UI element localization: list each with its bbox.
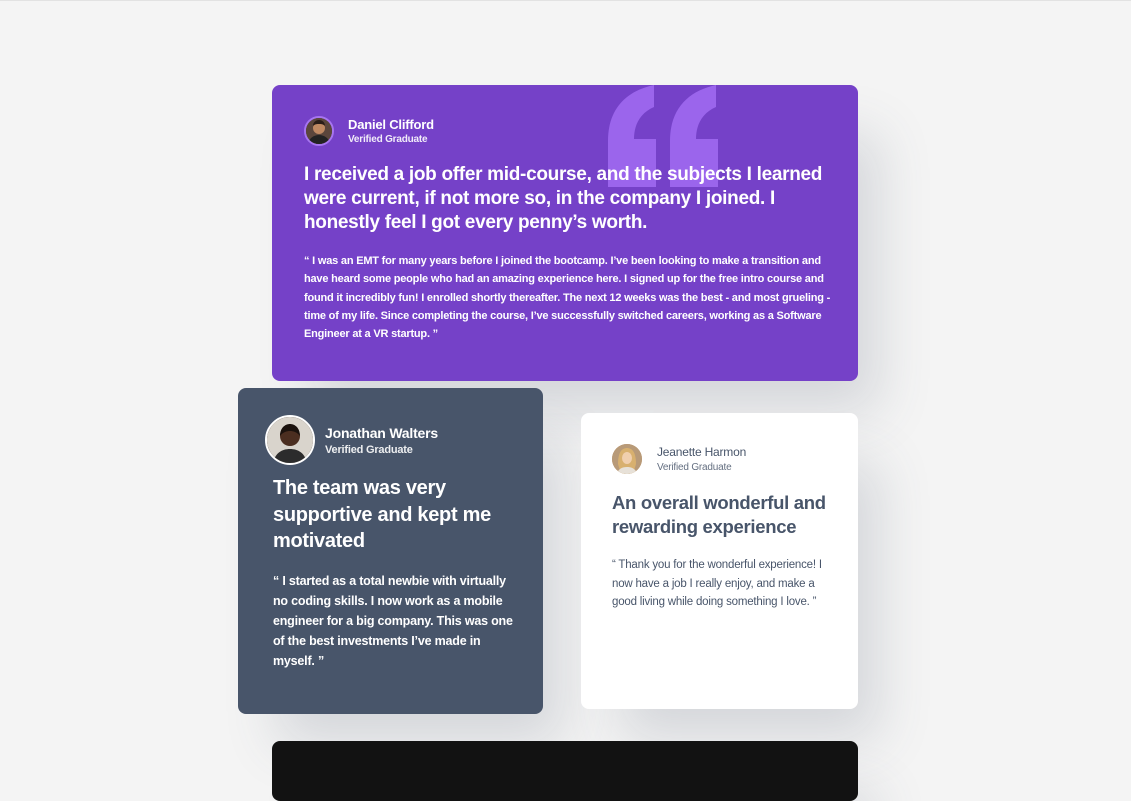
- testimonial-header: Jeanette Harmon Verified Graduate: [612, 444, 746, 474]
- testimonial-headline: An overall wonderful and rewarding exper…: [612, 492, 826, 537]
- testimonial-name: Jonathan Walters: [325, 424, 438, 441]
- testimonial-card-daniel: Daniel Clifford Verified Graduate I rece…: [272, 85, 858, 381]
- testimonial-quote: “ I was an EMT for many years before I j…: [304, 255, 831, 341]
- testimonial-card-dark: [272, 741, 858, 801]
- testimonial-name: Daniel Clifford: [348, 117, 434, 132]
- testimonial-card-jeanette: Jeanette Harmon Verified Graduate An ove…: [581, 413, 858, 709]
- testimonial-quote: “ Thank you for the wonderful experience…: [612, 559, 822, 608]
- avatar-photo-icon: [612, 444, 642, 474]
- testimonial-role: Verified Graduate: [325, 443, 413, 456]
- testimonial-role: Verified Graduate: [348, 134, 428, 145]
- testimonial-name: Jeanette Harmon: [657, 445, 747, 459]
- avatar: [612, 444, 642, 474]
- avatar-photo-icon: [306, 118, 332, 144]
- testimonial-header: Daniel Clifford Verified Graduate: [304, 116, 434, 146]
- avatar-photo-icon: [267, 417, 313, 463]
- testimonial-headline: I received a job offer mid-course, and t…: [304, 164, 823, 233]
- testimonial-role: Verified Graduate: [657, 462, 732, 473]
- avatar: [265, 415, 315, 465]
- testimonial-header: Jonathan Walters Verified Graduate: [265, 415, 438, 465]
- avatar: [304, 116, 334, 146]
- testimonial-quote: “ I started as a total newbie with virtu…: [273, 574, 513, 668]
- testimonial-headline: The team was very supportive and kept me…: [273, 477, 491, 552]
- testimonial-card-jonathan: Jonathan Walters Verified Graduate The t…: [238, 388, 543, 714]
